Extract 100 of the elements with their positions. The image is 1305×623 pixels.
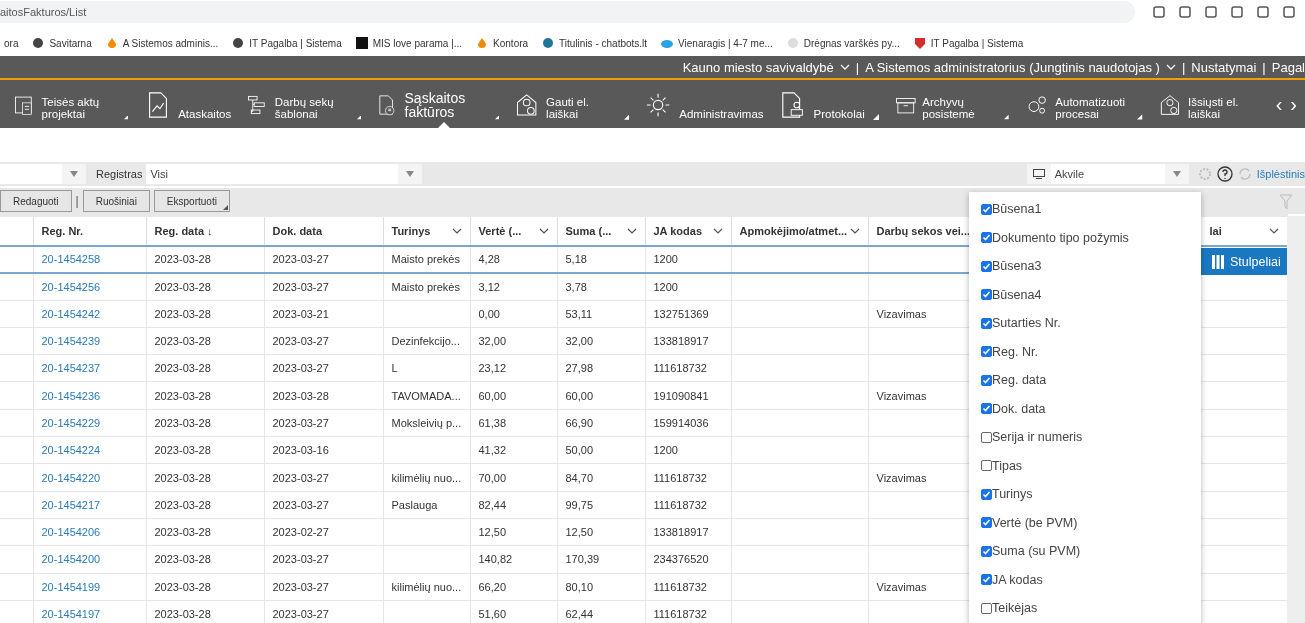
reg-number-link[interactable]: 20-1454239 xyxy=(41,335,101,348)
nav-label[interactable]: Sąskaitos faktūros xyxy=(404,90,487,120)
nav-label[interactable]: Automatizuoti procesai xyxy=(1055,95,1130,120)
checkbox[interactable] xyxy=(981,289,992,301)
nav-item[interactable]: Administravimas xyxy=(645,84,764,124)
nav-item[interactable]: Gauti el. laiškai xyxy=(515,84,630,124)
bookmark-link[interactable]: Titulinis - chatbots.lt xyxy=(559,37,648,49)
nav-item[interactable]: Automatizuoti procesai xyxy=(1024,84,1143,124)
bookmark-link[interactable]: MIS love parama |... xyxy=(372,37,463,49)
top-bar-link[interactable]: Pagal xyxy=(1271,59,1305,75)
bookmark-link[interactable]: Drėgnas varškės py... xyxy=(803,37,900,49)
column-header[interactable]: JA kodas xyxy=(653,224,702,237)
advanced-link[interactable]: Išplėstinis xyxy=(1256,168,1305,180)
top-bar-link[interactable]: A Sistemos administratorius (Jungtinis naudotojas ) xyxy=(865,59,1160,75)
table-cell: 111618732 xyxy=(645,463,731,492)
nav-item[interactable]: Darbų sekų šablonai xyxy=(247,84,362,124)
chevron-down-icon[interactable] xyxy=(1268,226,1279,235)
checkbox[interactable] xyxy=(981,203,992,215)
column-header[interactable]: Turinys xyxy=(391,224,431,237)
nav-label[interactable]: Teisės aktų projektai xyxy=(41,95,116,120)
chevron-down-icon[interactable] xyxy=(849,226,860,235)
table-cell: 82,44 xyxy=(470,491,557,519)
column-header[interactable]: Reg. data ↓ xyxy=(154,224,213,237)
column-header[interactable]: Darbų sekos vei... xyxy=(876,224,971,237)
column-option[interactable]: Būsena1 xyxy=(969,195,1201,224)
nav-item-active[interactable]: Sąskaitos faktūros xyxy=(377,84,500,124)
checkbox[interactable] xyxy=(981,374,992,386)
nav-item[interactable]: Archyvų posistemė xyxy=(894,84,1009,124)
bookmark-link[interactable]: Vienaragis | 4-7 me... xyxy=(678,37,773,49)
reg-number-link[interactable]: 20-1454237 xyxy=(41,362,101,375)
checkbox[interactable] xyxy=(981,346,992,358)
checkbox[interactable] xyxy=(981,260,992,272)
checkbox[interactable] xyxy=(981,545,992,557)
nav-label[interactable]: Gauti el. laiškai xyxy=(546,95,616,120)
checkbox[interactable] xyxy=(981,574,992,586)
checkbox[interactable] xyxy=(981,460,992,472)
nav-item[interactable]: Protokolai xyxy=(779,84,879,124)
toolbar-button[interactable]: Eksportuoti xyxy=(153,190,230,212)
column-header[interactable]: Dok. data xyxy=(272,224,322,237)
address-bar[interactable]: aitosFakturos/List xyxy=(0,1,1135,23)
registras-field[interactable]: Visi xyxy=(146,164,399,184)
table-cell: 3,78 xyxy=(557,272,645,301)
bookmark-link[interactable]: IT Pagalba | Sistema xyxy=(930,37,1024,49)
reg-number-link[interactable]: 20-1454200 xyxy=(41,553,101,566)
checkbox[interactable] xyxy=(981,517,992,529)
checkbox[interactable] xyxy=(981,317,992,329)
divider-text: | xyxy=(1181,59,1186,75)
reg-number-link[interactable]: 20-1454206 xyxy=(41,526,101,539)
checkbox[interactable] xyxy=(981,403,992,415)
reg-number-link[interactable]: 20-1454242 xyxy=(41,307,101,320)
top-bar-link[interactable]: Kauno miesto savivaldybė xyxy=(682,59,834,75)
nav-label[interactable]: Išsiųsti el. laiškai xyxy=(1188,95,1260,120)
checkbox[interactable] xyxy=(981,488,992,500)
bookmark-link[interactable]: ora xyxy=(4,37,19,49)
column-header[interactable]: Apmokėjimo/atmet... xyxy=(739,224,848,237)
nav-label[interactable]: Darbų sekų šablonai xyxy=(274,95,349,120)
nav-label[interactable]: Ataskaitos xyxy=(178,107,232,120)
checkbox[interactable] xyxy=(981,602,992,614)
checkbox[interactable] xyxy=(981,431,992,443)
column-header[interactable]: lai xyxy=(1209,224,1222,237)
reg-number-link[interactable]: 20-1454236 xyxy=(41,389,101,402)
chevron-down-icon[interactable] xyxy=(1165,63,1176,71)
reg-number-link[interactable]: 20-1454256 xyxy=(41,280,101,293)
previous-button[interactable]: ‹ xyxy=(1275,92,1283,116)
reg-number-link[interactable]: 20-1454224 xyxy=(41,444,101,457)
columns-button[interactable]: Stulpeliai xyxy=(1200,248,1287,275)
reg-number-link[interactable]: 20-1454199 xyxy=(41,580,101,593)
reg-number-link[interactable]: 20-1454197 xyxy=(41,608,101,621)
help-icon[interactable] xyxy=(1216,166,1233,182)
nav-item[interactable]: Išsiųsti el. laiškai xyxy=(1158,84,1260,124)
bookmark-link[interactable]: Kontora xyxy=(493,37,529,49)
column-header[interactable]: Vertė (... xyxy=(478,224,522,237)
column-header[interactable]: Reg. Nr. xyxy=(41,224,84,237)
nav-item[interactable]: Teisės aktų projektai xyxy=(14,84,129,124)
table-cell: 159914036 xyxy=(645,409,731,437)
chevron-down-icon[interactable] xyxy=(712,226,723,235)
toolbar-button[interactable]: Ruošiniai xyxy=(82,190,150,212)
reg-number-link[interactable]: 20-1454258 xyxy=(41,253,101,266)
bookmark-link[interactable]: A Sistemos adminis... xyxy=(122,37,219,49)
nav-label[interactable]: Protokolai xyxy=(813,107,865,120)
top-bar-link[interactable]: Nustatymai xyxy=(1191,59,1257,75)
nav-label[interactable]: Administravimas xyxy=(679,107,764,120)
reg-number-link[interactable]: 20-1454217 xyxy=(41,498,101,511)
site-icon xyxy=(913,37,926,49)
nav-item[interactable]: Ataskaitos xyxy=(144,84,232,124)
reg-number-link[interactable]: 20-1454229 xyxy=(41,416,101,429)
chevron-down-icon[interactable] xyxy=(626,226,637,235)
next-button[interactable]: › xyxy=(1290,92,1297,116)
bookmark-link[interactable]: IT Pagalba | Sistema xyxy=(249,37,342,49)
user-field[interactable]: Akvile xyxy=(1050,164,1165,184)
checkbox[interactable] xyxy=(981,232,992,244)
bookmark-link[interactable]: Savitarna xyxy=(49,37,92,49)
scrollbar[interactable] xyxy=(1287,216,1305,623)
chevron-down-icon[interactable] xyxy=(451,226,462,235)
chevron-down-icon[interactable] xyxy=(839,63,850,71)
nav-label[interactable]: Archyvų posistemė xyxy=(922,95,997,120)
column-header[interactable]: Suma (... xyxy=(565,224,612,237)
reg-number-link[interactable]: 20-1454220 xyxy=(41,471,101,484)
edit-button[interactable]: Redaguoti xyxy=(0,190,72,212)
chevron-down-icon[interactable] xyxy=(538,226,549,235)
